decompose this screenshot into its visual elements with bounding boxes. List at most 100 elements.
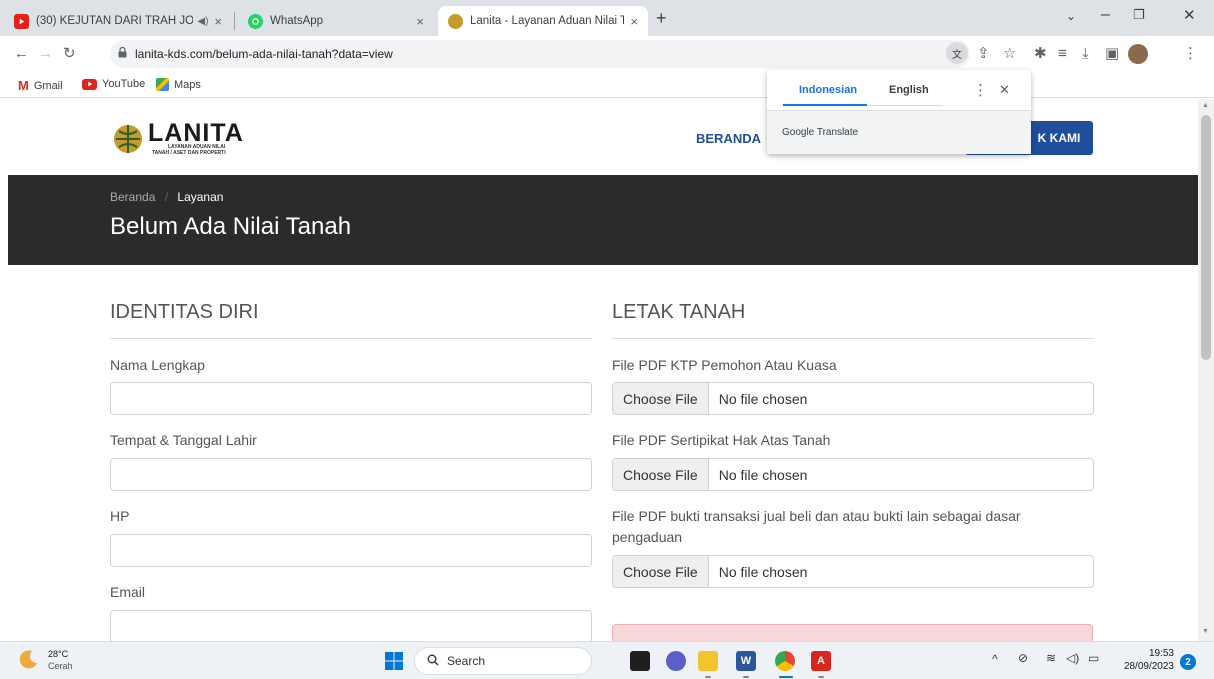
translate-options-icon[interactable]: ⋮ <box>973 81 988 99</box>
reload-icon[interactable]: ↻ <box>63 45 76 63</box>
restore-button[interactable]: ❐ <box>1133 7 1145 23</box>
gmail-icon: M <box>18 78 29 93</box>
notification-badge[interactable]: 2 <box>1180 654 1196 670</box>
windows-start-icon[interactable] <box>385 652 403 670</box>
word-icon[interactable]: W <box>736 651 756 671</box>
breadcrumb-separator: / <box>164 190 169 204</box>
running-indicator <box>818 676 824 678</box>
tab-whatsapp[interactable]: WhatsApp × <box>238 6 434 36</box>
acrobat-icon[interactable]: A <box>811 651 831 671</box>
chat-icon[interactable] <box>666 651 686 671</box>
tab-close-icon[interactable]: × <box>630 14 638 29</box>
minimize-button[interactable]: – <box>1101 6 1110 24</box>
profile-avatar[interactable] <box>1128 44 1148 64</box>
url-text: lanita-kds.com/belum-ada-nilai-tanah?dat… <box>135 47 393 61</box>
tab-underline <box>867 105 943 106</box>
bookmark-maps[interactable]: Maps <box>156 78 201 91</box>
no-file-text: No file chosen <box>718 390 808 407</box>
bookmarks-bar: M Gmail YouTube Maps <box>0 74 1214 98</box>
alert-box <box>612 624 1093 641</box>
task-view-icon[interactable] <box>630 651 650 671</box>
audio-icon[interactable]: ◀) <box>197 16 208 27</box>
tab-title: Lanita - Layanan Aduan Nilai Tan <box>470 15 625 27</box>
search-icon <box>427 654 439 669</box>
weather-icon[interactable] <box>18 648 40 670</box>
target-language-tab[interactable]: English <box>889 84 929 96</box>
choose-file-button[interactable]: Choose File <box>613 383 709 414</box>
browser-toolbar: ← → ↻ lanita-kds.com/belum-ada-nilai-tan… <box>0 36 1214 74</box>
weather-description: Cerah <box>48 661 73 671</box>
tray-chevron-icon[interactable]: ^ <box>992 652 998 666</box>
tab-close-icon[interactable]: × <box>214 14 222 29</box>
site-logo[interactable]: LANITA LAYANAN ADUAN NILAI TANAH / ASET … <box>110 119 270 159</box>
tab-separator <box>234 12 235 30</box>
no-file-text: No file chosen <box>718 466 808 483</box>
maps-icon <box>156 78 169 91</box>
tab-youtube[interactable]: (30) KEJUTAN DARI TRAH JO ◀) × <box>4 6 232 36</box>
tab-title: WhatsApp <box>270 15 324 27</box>
choose-file-button[interactable]: Choose File <box>613 459 709 490</box>
tab-lanita[interactable]: Lanita - Layanan Aduan Nilai Tan × <box>438 6 648 36</box>
chrome-icon[interactable] <box>775 651 795 671</box>
breadcrumb-current: Layanan <box>177 190 224 204</box>
meet-now-icon[interactable]: ⊘ <box>1018 651 1028 665</box>
window-close-button[interactable]: ✕ <box>1183 6 1196 24</box>
lock-icon <box>118 46 127 61</box>
weather-temperature: 28°C <box>48 649 69 659</box>
transaction-file-input[interactable]: Choose File No file chosen <box>612 555 1094 588</box>
back-icon[interactable]: ← <box>14 45 29 63</box>
download-icon[interactable]: ⤓ <box>1082 45 1089 63</box>
running-indicator <box>705 676 711 678</box>
certificate-file-input[interactable]: Choose File No file chosen <box>612 458 1094 491</box>
bookmark-star-icon[interactable]: ☆ <box>1003 45 1016 63</box>
search-placeholder: Search <box>447 654 486 668</box>
section-divider <box>110 338 592 339</box>
running-indicator <box>743 676 749 678</box>
tab-search-chevron-icon[interactable]: ⌄ <box>1066 9 1076 23</box>
battery-icon[interactable]: ▭ <box>1088 651 1099 665</box>
identity-section-title: IDENTITAS DIRI <box>110 301 259 323</box>
volume-icon[interactable]: ◁) <box>1066 651 1079 665</box>
breadcrumb-home[interactable]: Beranda <box>110 190 155 204</box>
file-explorer-icon[interactable] <box>698 651 718 671</box>
youtube-icon <box>82 78 97 90</box>
scrollbar-thumb[interactable] <box>1201 115 1211 360</box>
tab-close-icon[interactable]: × <box>416 14 424 29</box>
new-tab-button[interactable]: + <box>656 8 667 29</box>
bookmark-youtube[interactable]: YouTube <box>82 78 145 90</box>
forward-icon[interactable]: → <box>38 45 53 63</box>
wifi-icon[interactable]: ≋ <box>1046 651 1056 665</box>
extensions-icon[interactable]: ✱ <box>1034 45 1047 63</box>
full-name-input[interactable] <box>110 382 592 415</box>
bookmark-gmail[interactable]: M Gmail <box>18 78 63 93</box>
scroll-down-arrow-icon[interactable]: ▼ <box>1202 628 1209 635</box>
whatsapp-icon <box>248 13 263 29</box>
nav-beranda-link[interactable]: BERANDA <box>696 131 761 146</box>
ktp-file-input[interactable]: Choose File No file chosen <box>612 382 1094 415</box>
clock-date[interactable]: 28/09/2023 <box>1118 661 1174 672</box>
youtube-icon <box>14 13 29 29</box>
translate-footer: Google Translate <box>767 110 1031 154</box>
page-title: Belum Ada Nilai Tanah <box>110 213 352 240</box>
transaction-file-label-line1: File PDF bukti transaksi jual beli dan a… <box>612 508 1021 524</box>
side-panel-icon[interactable]: ▣ <box>1105 45 1119 63</box>
scroll-up-arrow-icon[interactable]: ▲ <box>1202 102 1209 109</box>
email-input[interactable] <box>110 610 592 641</box>
share-icon[interactable]: ⇪ <box>977 45 990 63</box>
menu-kebab-icon[interactable]: ⋮ <box>1183 45 1198 63</box>
birth-place-date-input[interactable] <box>110 458 592 491</box>
translate-icon[interactable]: 文 <box>946 42 968 64</box>
logo-subtitle-2: TANAH / ASET DAN PROPERTI <box>152 150 226 156</box>
address-bar[interactable]: lanita-kds.com/belum-ada-nilai-tanah?dat… <box>110 40 970 68</box>
clock-time[interactable]: 19:53 <box>1140 648 1174 659</box>
reading-list-icon[interactable]: ≡ <box>1058 45 1067 63</box>
phone-input[interactable] <box>110 534 592 567</box>
no-file-text: No file chosen <box>718 563 808 580</box>
ktp-file-label: File PDF KTP Pemohon Atau Kuasa <box>612 357 837 373</box>
certificate-file-label: File PDF Sertipikat Hak Atas Tanah <box>612 432 831 448</box>
translate-close-icon[interactable]: ✕ <box>999 82 1010 98</box>
choose-file-button[interactable]: Choose File <box>613 556 709 587</box>
source-language-tab[interactable]: Indonesian <box>799 84 857 96</box>
tab-title: (30) KEJUTAN DARI TRAH JO <box>36 15 194 27</box>
taskbar-search-box[interactable]: Search <box>414 647 592 675</box>
